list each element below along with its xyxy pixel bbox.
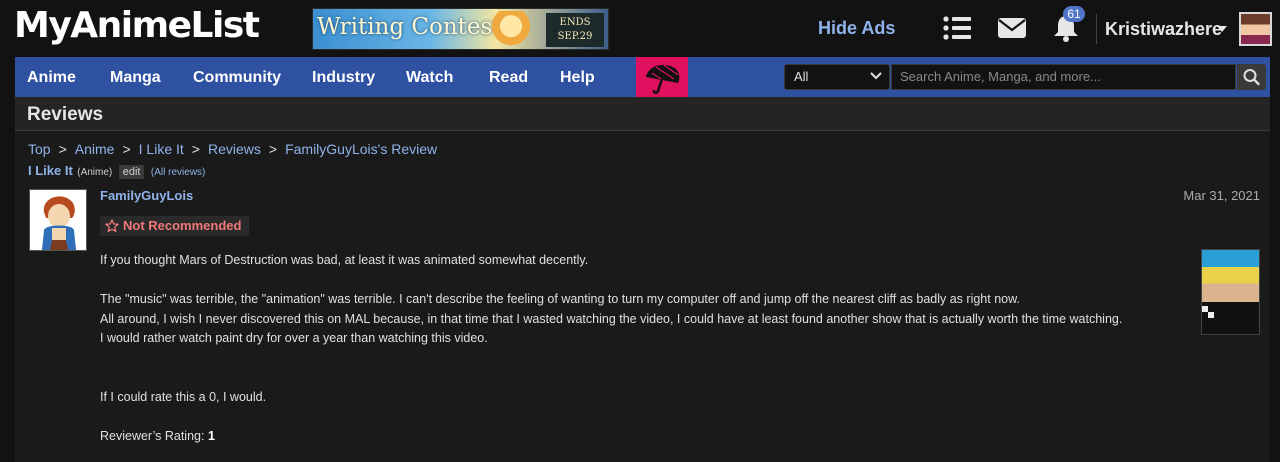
breadcrumb-top[interactable]: Top (28, 141, 51, 157)
page-title: Reviews (27, 104, 104, 125)
edit-button[interactable]: edit (118, 165, 145, 179)
review-paragraph: If I could rate this a 0, I would. (100, 389, 267, 404)
rating-label: Reviewer’s Rating: (100, 428, 205, 443)
search-category-select[interactable]: All (784, 64, 890, 90)
nav-community[interactable]: Community (193, 69, 281, 87)
star-outline-icon (105, 219, 119, 233)
nav-anime[interactable]: Anime (27, 69, 76, 87)
review-date: Mar 31, 2021 (1183, 188, 1260, 203)
user-avatar[interactable] (1239, 12, 1272, 46)
writing-contest-banner[interactable]: Writing Contest ENDS SEP.29 (312, 8, 609, 50)
nav-watch[interactable]: Watch (406, 69, 453, 87)
mail-icon[interactable] (997, 14, 1027, 42)
search-icon (1243, 69, 1260, 86)
promo-umbrella-button[interactable] (636, 57, 688, 97)
search-input[interactable]: Search Anime, Manga, and more... (891, 64, 1236, 90)
nav-help[interactable]: Help (560, 69, 595, 87)
reviewer-avatar-art (42, 196, 76, 250)
not-recommended-tag: Not Recommended (100, 216, 250, 236)
nav-manga[interactable]: Manga (110, 69, 161, 87)
header-divider (1096, 14, 1097, 44)
rating-value: 1 (207, 428, 215, 443)
anime-subline: I Like It (Anime) edit (All reviews) (28, 162, 205, 180)
banner-end-badge: ENDS SEP.29 (546, 13, 604, 47)
main-nav: Anime Manga Community Industry Watch Rea… (15, 57, 1270, 97)
recommendation-label: Not Recommended (123, 218, 242, 233)
banner-character-art (483, 11, 539, 49)
search-button[interactable] (1237, 64, 1266, 90)
umbrella-icon (646, 64, 680, 95)
hide-ads-link[interactable]: Hide Ads (818, 18, 895, 39)
username-menu[interactable]: Kristiwazhere (1105, 19, 1222, 40)
review-paragraph: All around, I wish I never discovered th… (100, 311, 1123, 326)
reviewer-name[interactable]: FamilyGuyLois (100, 188, 193, 203)
anime-type: (Anime) (77, 167, 113, 178)
review-paragraph: If you thought Mars of Destruction was b… (100, 253, 589, 267)
reviewer-avatar[interactable] (29, 189, 87, 251)
chevron-down-icon (870, 72, 882, 80)
banner-badge-line2: SEP.29 (557, 31, 593, 42)
breadcrumb: Top > Anime > I Like It > Reviews > FamilyGuyLoi… (28, 141, 438, 157)
review-paragraph: I would rather watch paint dry for over … (100, 331, 488, 345)
review-body: If you thought Mars of Destruction was b… (100, 251, 1180, 446)
review-content: Top > Anime > I Like It > Reviews > FamilyGuyLoi… (15, 131, 1270, 462)
page-title-bar: Reviews (15, 97, 1270, 131)
anime-title-link[interactable]: I Like It (28, 163, 73, 178)
caret-down-icon[interactable] (1217, 26, 1227, 32)
notification-badge: 61 (1063, 6, 1085, 22)
reviewer-rating: Reviewer’s Rating: 1 (100, 427, 1180, 447)
banner-badge-line1: ENDS (559, 17, 591, 28)
search-category-value: All (794, 69, 809, 84)
reviewer-side-image[interactable] (1201, 249, 1260, 335)
top-header: MyAnimeList Writing Contest ENDS SEP.29 … (0, 0, 1280, 56)
all-reviews-link[interactable]: (All reviews) (151, 167, 205, 178)
breadcrumb-anime[interactable]: Anime (75, 141, 115, 157)
site-logo[interactable]: MyAnimeList (14, 6, 260, 46)
list-icon[interactable] (942, 14, 972, 42)
nav-industry[interactable]: Industry (312, 69, 375, 87)
banner-title: Writing Contest (317, 14, 502, 40)
breadcrumb-title[interactable]: I Like It (139, 141, 184, 157)
review-paragraph: The "music" was terrible, the "animation… (100, 292, 1020, 306)
nav-read[interactable]: Read (489, 69, 528, 87)
breadcrumb-current[interactable]: FamilyGuyLois's Review (285, 141, 437, 157)
breadcrumb-reviews[interactable]: Reviews (208, 141, 261, 157)
